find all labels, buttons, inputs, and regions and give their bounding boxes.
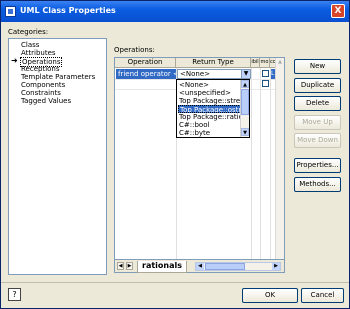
return-type-dropdown-list[interactable]: <None> <unspecified> Top Package::strea …: [176, 79, 250, 138]
category-item-receptions[interactable]: Receptions: [21, 65, 60, 73]
sheet-tab-bar: ◀ ▶ rationals ◀ ▶: [114, 259, 285, 273]
scroll-up-icon[interactable]: ▲: [276, 58, 284, 67]
scroll-thumb[interactable]: [205, 263, 245, 270]
tab-rationals[interactable]: rationals: [137, 261, 188, 273]
dropdown-scrollbar[interactable]: ▲ ▼: [240, 80, 249, 137]
dropdown-option[interactable]: Top Package::ration: [178, 113, 242, 121]
delete-button[interactable]: Delete: [294, 96, 341, 111]
column-header-visibility[interactable]: ibil: [251, 58, 260, 68]
column-header-mo[interactable]: mo: [260, 58, 270, 68]
return-type-value: <None>: [180, 70, 210, 78]
category-item-constraints[interactable]: Constraints: [21, 89, 61, 97]
footer-divider: [1, 282, 349, 283]
category-item-components[interactable]: Components: [21, 81, 65, 89]
tab-prev-icon[interactable]: ◀: [117, 262, 124, 270]
mo-checkbox-row-2[interactable]: [262, 80, 269, 87]
cancel-button[interactable]: Cancel: [301, 288, 344, 303]
dropdown-option[interactable]: <unspecified>: [178, 89, 242, 97]
dropdown-option[interactable]: C#::bool: [178, 121, 242, 129]
operations-grid[interactable]: Operation Return Type ibil mo cop friend…: [114, 57, 285, 273]
close-button[interactable]: X: [331, 4, 345, 18]
help-icon[interactable]: ?: [8, 288, 21, 301]
dropdown-option-selected[interactable]: Top Package::ostre: [178, 105, 241, 113]
return-type-combo[interactable]: <None> ▼: [177, 69, 251, 79]
scroll-down-icon[interactable]: ▼: [241, 128, 249, 136]
grid-vertical-scrollbar[interactable]: ▲: [275, 58, 284, 272]
grid-line: [270, 68, 271, 263]
dropdown-option[interactable]: <None>: [178, 81, 242, 89]
tab-next-icon[interactable]: ▶: [126, 262, 133, 270]
duplicate-button[interactable]: Duplicate: [294, 78, 341, 93]
dropdown-option[interactable]: Top Package::strea: [178, 97, 242, 105]
category-item-attributes[interactable]: Attributes: [21, 49, 56, 57]
operations-label: Operations:: [114, 46, 155, 54]
scroll-up-icon[interactable]: ▲: [241, 80, 249, 88]
category-item-tagged-values[interactable]: Tagged Values: [21, 97, 71, 105]
title-bar[interactable]: UML Class Properties X: [1, 1, 349, 22]
scroll-left-icon[interactable]: ◀: [196, 263, 204, 270]
categories-label: Categories:: [8, 28, 49, 36]
properties-button[interactable]: Properties...: [294, 158, 341, 173]
column-header-return-type[interactable]: Return Type: [176, 58, 251, 68]
column-header-operation[interactable]: Operation: [115, 58, 176, 68]
ok-button[interactable]: OK: [242, 288, 298, 303]
operation-cell[interactable]: friend operator <<: [116, 69, 176, 79]
grid-line: [260, 68, 261, 263]
methods-button[interactable]: Methods...: [294, 177, 341, 192]
dropdown-option[interactable]: C#::byte: [178, 129, 242, 137]
horizontal-scrollbar[interactable]: ◀ ▶: [195, 262, 281, 271]
new-button[interactable]: New: [294, 59, 341, 74]
uml-class-properties-dialog: UML Class Properties X Categories: Class…: [0, 0, 350, 309]
move-down-button[interactable]: Move Down: [294, 133, 341, 148]
category-item-class[interactable]: Class: [21, 41, 39, 49]
chevron-down-icon[interactable]: ▼: [241, 70, 250, 78]
category-item-template-parameters[interactable]: Template Parameters: [21, 73, 95, 81]
grid-line: [251, 68, 252, 263]
categories-list[interactable]: Class Attributes ➜ Operations Receptions…: [8, 38, 107, 275]
scroll-thumb[interactable]: [241, 89, 249, 115]
move-up-button[interactable]: Move Up: [294, 115, 341, 130]
mo-checkbox[interactable]: [262, 70, 269, 77]
window-title: UML Class Properties: [20, 6, 116, 15]
scroll-right-icon[interactable]: ▶: [272, 263, 280, 270]
arrow-right-icon: ➜: [11, 56, 18, 65]
app-icon: [5, 6, 16, 17]
